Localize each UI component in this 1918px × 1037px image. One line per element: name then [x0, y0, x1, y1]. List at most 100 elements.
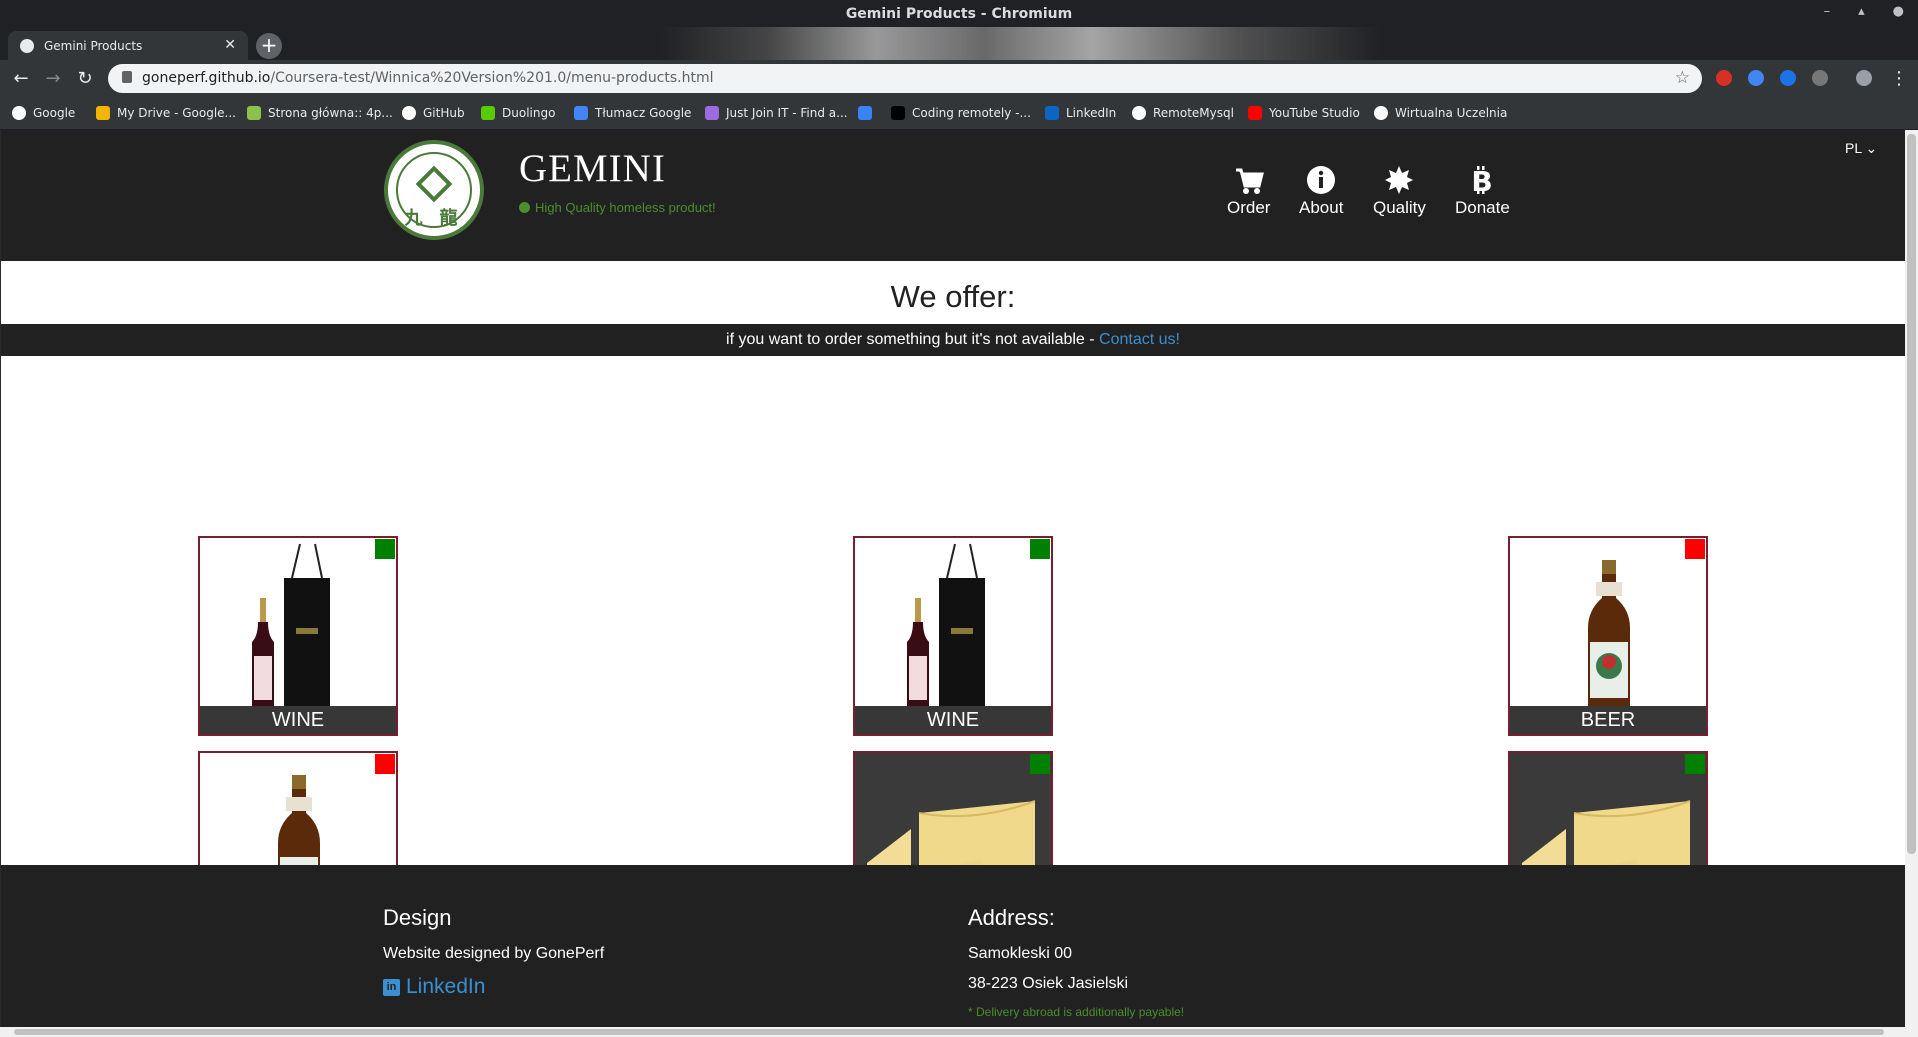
nav-about-label: About — [1299, 198, 1344, 217]
extension-icon[interactable] — [1812, 70, 1828, 86]
footer-address-line2: 38-223 Osiek Jasielski — [968, 975, 1129, 992]
close-window-icon[interactable]: ● — [1893, 4, 1904, 19]
footer-delivery-note: * Delivery abroad is additionally payabl… — [968, 1005, 1185, 1019]
bookmarks-bar: Google My Drive - Google... Strona główn… — [0, 97, 1918, 130]
duolingo-icon — [481, 106, 495, 120]
site-icon — [247, 106, 261, 120]
globe-icon — [1132, 106, 1146, 120]
back-icon[interactable]: ← — [10, 68, 32, 89]
product-caption: WINE — [855, 706, 1051, 734]
tab-strip: Gemini Products ✕ + — [0, 27, 1918, 60]
wine-image — [252, 543, 330, 706]
bookmark-translate[interactable]: Tłumacz Google — [574, 106, 691, 120]
tab-label: Gemini Products — [44, 39, 143, 53]
url-path: /Coursera-test/Winnica%20Version%201.0/m… — [270, 70, 714, 86]
nav-quality-label: Quality — [1373, 198, 1426, 217]
site-brand[interactable]: GEMINI — [519, 146, 666, 191]
footer-design-heading: Design — [383, 905, 452, 930]
bookmark-flag[interactable] — [858, 106, 879, 120]
product-caption: WINE — [200, 706, 396, 734]
bookmark-duolingo[interactable]: Duolingo — [481, 106, 555, 120]
beer-image — [1588, 560, 1630, 706]
linkedin-icon — [1045, 106, 1059, 120]
bookmark-justjoinit[interactable]: Just Join IT - Find a... — [705, 106, 848, 120]
linkedin-icon: in — [383, 978, 400, 996]
nav-donate-label: Donate — [1455, 198, 1510, 217]
bookmark-drive[interactable]: My Drive - Google... — [96, 106, 236, 120]
reload-icon[interactable]: ↻ — [74, 68, 96, 89]
nav-order[interactable]: Order — [1227, 164, 1270, 218]
extension-icon[interactable] — [1748, 70, 1764, 86]
lock-icon — [122, 71, 132, 83]
availability-indicator — [1685, 754, 1705, 774]
bookmark-youtube-studio[interactable]: YouTube Studio — [1248, 106, 1360, 120]
bookmark-wirtualna-uczelnia[interactable]: Wirtualna Uczelnia — [1374, 106, 1507, 120]
bitcoin-icon: B — [1472, 165, 1493, 196]
language-switcher[interactable]: PL ⌄ — [1845, 140, 1877, 157]
footer-linkedin-link[interactable]: in LinkedIn — [383, 975, 604, 999]
site-header: 九 龍 GEMINI High Quality homeless product… — [1, 130, 1905, 261]
youtube-icon — [1248, 106, 1262, 120]
horizontal-scrollbar[interactable] — [0, 1027, 1918, 1037]
globe-icon — [1374, 106, 1388, 120]
product-caption: BEER — [1510, 706, 1706, 734]
availability-indicator — [1685, 539, 1705, 559]
offer-heading: We offer: — [890, 279, 1016, 314]
info-text: if you want to order something but it's … — [726, 331, 1100, 348]
nav-quality[interactable]: Quality — [1373, 164, 1426, 218]
badge-certificate-icon — [1385, 166, 1414, 194]
extension-icon[interactable] — [1716, 70, 1732, 86]
menu-kebab-icon[interactable]: ⋮ — [1888, 68, 1910, 89]
leaf-icon — [519, 202, 530, 213]
cart-icon — [1235, 168, 1264, 194]
flag-icon — [858, 106, 872, 120]
justjoinit-icon — [705, 106, 719, 120]
drive-icon — [96, 106, 110, 120]
vertical-scrollbar[interactable] — [1905, 130, 1918, 1027]
window-title: Gemini Products - Chromium — [845, 6, 1073, 22]
cat-icon — [891, 106, 905, 120]
bookmark-linkedin[interactable]: LinkedIn — [1045, 106, 1116, 120]
tab-close-icon[interactable]: ✕ — [224, 37, 236, 53]
url-host: goneperf.github.io — [142, 70, 271, 86]
tab-gemini-products[interactable]: Gemini Products ✕ — [8, 31, 248, 60]
bookmark-strona[interactable]: Strona główna:: 4p... — [247, 106, 393, 120]
chevron-down-icon: ⌄ — [1865, 140, 1878, 156]
bookmark-github[interactable]: GitHub — [402, 106, 465, 120]
footer-address-heading: Address: — [968, 905, 1055, 930]
contact-link[interactable]: Contact us! — [1099, 331, 1180, 348]
availability-indicator — [375, 539, 395, 559]
bookmark-remotemysql[interactable]: RemoteMysql — [1132, 106, 1234, 120]
nav-about[interactable]: About — [1299, 164, 1343, 218]
bookmark-star-icon[interactable]: ☆ — [1675, 68, 1690, 88]
globe-icon — [20, 39, 34, 53]
google-icon — [12, 106, 26, 120]
footer-address-line1: Samokleski 00 — [968, 945, 1073, 962]
availability-indicator — [1030, 539, 1050, 559]
bookmark-coding-remotely[interactable]: Coding remotely -... — [891, 106, 1031, 120]
wine-image — [907, 543, 985, 706]
new-tab-button[interactable]: + — [256, 33, 282, 59]
nav-order-label: Order — [1227, 198, 1271, 217]
nav-donate[interactable]: B Donate — [1455, 164, 1510, 218]
product-tile-beer[interactable]: BEER — [1508, 536, 1708, 736]
maximize-icon[interactable]: ▴ — [1858, 4, 1865, 19]
extension-icon[interactable] — [1780, 70, 1796, 86]
translate-icon — [574, 106, 588, 120]
forward-icon[interactable]: → — [42, 68, 64, 89]
profile-avatar-icon[interactable] — [1856, 70, 1872, 86]
info-icon — [1307, 166, 1336, 194]
availability-indicator — [375, 754, 395, 774]
footer-design-text: Website designed by GonePerf — [383, 945, 605, 962]
site-footer: Design Website designed by GonePerf in Li… — [1, 865, 1905, 1027]
site-logo[interactable]: 九 龍 — [384, 140, 484, 240]
bookmark-google[interactable]: Google — [12, 106, 75, 120]
availability-indicator — [1030, 754, 1050, 774]
address-bar[interactable]: goneperf.github.io/Coursera-test/Winnica… — [108, 64, 1702, 93]
product-tile-wine[interactable]: WINE — [853, 536, 1053, 736]
site-tagline: High Quality homeless product! — [519, 200, 716, 215]
page-viewport: 九 龍 GEMINI High Quality homeless product… — [1, 130, 1905, 1027]
minimize-icon[interactable]: – — [1824, 4, 1831, 19]
browser-toolbar: ← → ↻ goneperf.github.io/Coursera-test/W… — [0, 60, 1918, 97]
product-tile-wine[interactable]: WINE — [198, 536, 398, 736]
